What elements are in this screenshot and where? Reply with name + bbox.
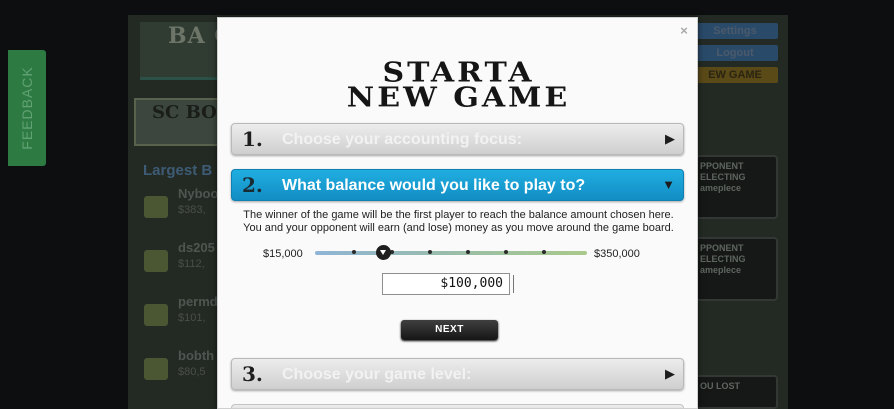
- expand-arrow-icon: ▶: [665, 131, 675, 146]
- next-button[interactable]: NEXT: [401, 320, 498, 340]
- step-number: 1.: [242, 127, 263, 151]
- balance-slider-thumb[interactable]: [375, 245, 391, 260]
- opponent-card: OU LOST: [692, 375, 778, 409]
- new-game-button[interactable]: EW GAME: [692, 67, 778, 83]
- slider-tick: [352, 250, 356, 254]
- leaderboard-name: Nyboo: [178, 186, 219, 201]
- leaderboard-name: ds205: [178, 240, 215, 255]
- feedback-label: FEEDBACK: [19, 66, 35, 150]
- leaderboard-amount: $80,5: [178, 366, 206, 378]
- step-label: Choose your game level:: [282, 366, 472, 383]
- opponent-card-line: ameplece: [700, 265, 742, 275]
- step-label: What balance would you like to play to?: [282, 177, 586, 194]
- scoreboard-text: SC BO: [152, 102, 217, 123]
- leaderboard-row: ds205 $112,: [140, 240, 220, 290]
- balance-description: The winner of the game will be the first…: [243, 209, 674, 234]
- step-game-level[interactable]: 3. Choose your game level: ▶: [231, 358, 684, 390]
- opponent-card: PPONENT ELECTING ameplece: [692, 155, 778, 219]
- opponent-card: PPONENT ELECTING ameplece: [692, 237, 778, 301]
- slider-tick: [504, 250, 508, 254]
- slider-min-label: $15,000: [263, 248, 303, 260]
- rank-badge: [144, 358, 168, 380]
- leaderboard-amount: $383,: [178, 204, 206, 216]
- rank-badge: [144, 250, 168, 272]
- opponent-card-line: OU LOST: [700, 381, 740, 391]
- start-new-game-modal: × STARTA NEW GAME 1. Choose your account…: [217, 17, 698, 409]
- opponent-card-line: ELECTING: [700, 172, 746, 182]
- slider-max-label: $350,000: [594, 248, 640, 260]
- collapse-arrow-icon: ▼: [662, 177, 675, 192]
- opponent-card-line: ELECTING: [700, 254, 746, 264]
- leaderboard-name: bobth: [178, 348, 215, 363]
- rank-badge: [144, 304, 168, 326]
- opponent-card-line: PPONENT: [700, 243, 744, 253]
- step-label: Choose your accounting focus:: [282, 131, 523, 148]
- close-icon[interactable]: ×: [677, 24, 691, 38]
- leaderboard-name: permd: [178, 294, 218, 309]
- balance-amount-field[interactable]: $100,000: [382, 273, 510, 295]
- rank-badge: [144, 196, 168, 218]
- modal-title: STARTA NEW GAME: [218, 59, 697, 114]
- expand-arrow-icon: ▶: [665, 366, 675, 381]
- step-accounting-focus[interactable]: 1. Choose your accounting focus: ▶: [231, 123, 684, 155]
- opponent-card-line: ameplece: [700, 183, 742, 193]
- opponent-card-line: PPONENT: [700, 161, 744, 171]
- slider-tick: [466, 250, 470, 254]
- slider-tick: [542, 250, 546, 254]
- slider-tick: [428, 250, 432, 254]
- leaderboard-row: Nyboo $383,: [140, 186, 220, 236]
- modal-title-line2: NEW GAME: [346, 82, 571, 114]
- leaderboard-amount: $112,: [178, 258, 205, 270]
- step-number: 3.: [242, 362, 263, 386]
- leaderboard-row: bobth $80,5: [140, 348, 220, 398]
- amount-cursor: [513, 275, 514, 293]
- feedback-tab[interactable]: FEEDBACK: [8, 50, 46, 166]
- logout-button[interactable]: Logout: [692, 45, 778, 61]
- step-balance-target[interactable]: 2. What balance would you like to play t…: [231, 169, 684, 201]
- largest-balances-heading: Largest B: [143, 162, 213, 179]
- slider-tick: [390, 250, 394, 254]
- settings-button[interactable]: Settings: [692, 23, 778, 39]
- next-step-header[interactable]: [231, 404, 684, 408]
- leaderboard-row: permd $101,: [140, 294, 220, 344]
- leaderboard-amount: $101,: [178, 312, 206, 324]
- step-number: 2.: [242, 173, 263, 197]
